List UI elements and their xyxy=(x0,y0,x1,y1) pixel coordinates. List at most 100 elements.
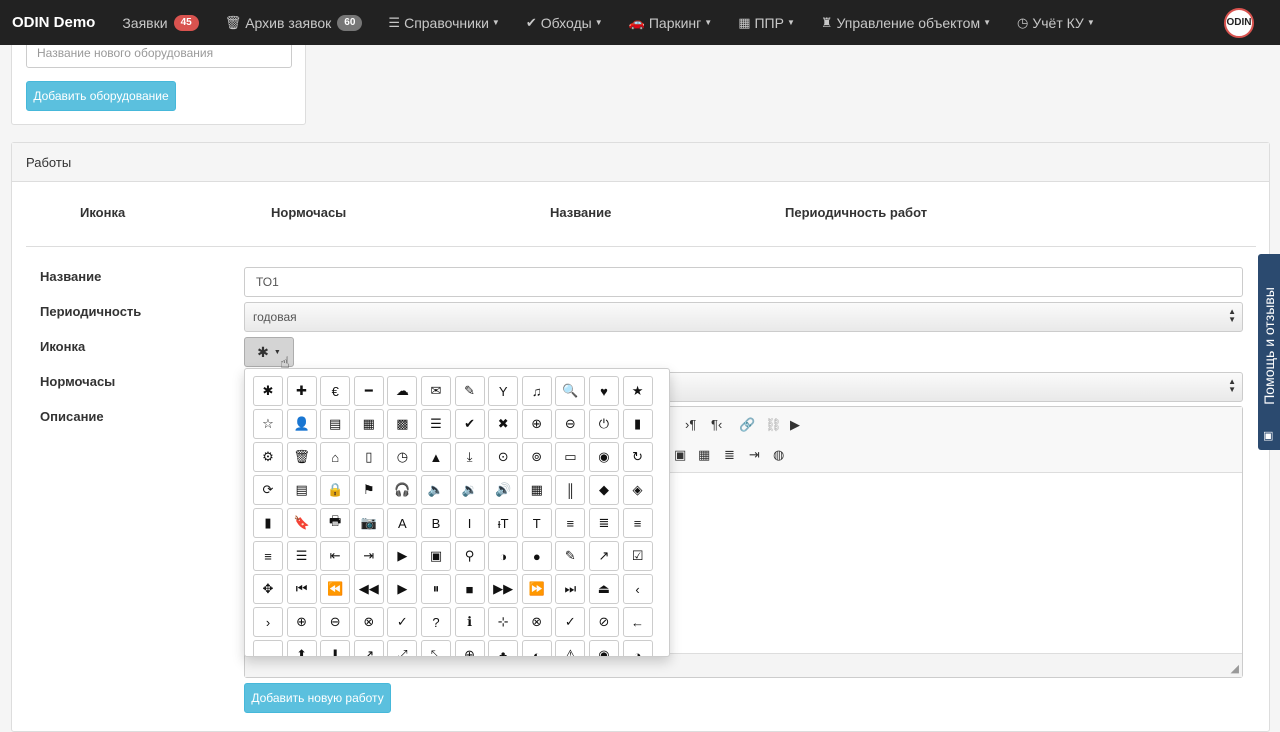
icon-option[interactable]: 👤 xyxy=(286,409,317,439)
icon-option[interactable]: ▶▶ xyxy=(488,574,519,604)
icon-option[interactable]: ⚙ xyxy=(253,442,283,472)
icon-option[interactable]: 🗑 xyxy=(286,442,317,472)
nav-item-parking[interactable]: 🚗 Паркинг ▼ xyxy=(616,0,726,45)
indent-icon[interactable]: ⇥ xyxy=(749,447,760,463)
icon-option[interactable]: ◈ xyxy=(622,475,653,505)
icon-option[interactable]: ★ xyxy=(622,376,653,406)
nav-item-directories[interactable]: ☰ Справочники ▼ xyxy=(375,0,512,45)
brand[interactable]: ODIN Demo xyxy=(0,14,109,31)
icon-option[interactable]: ⊖ xyxy=(555,409,586,439)
icon-option[interactable]: ◐ xyxy=(521,640,552,656)
icon-option[interactable]: ℹ xyxy=(454,607,485,637)
icon-option[interactable]: ⏭ xyxy=(555,574,586,604)
icon-option[interactable]: ▣ xyxy=(420,541,451,571)
icon-option[interactable]: ← xyxy=(622,607,653,637)
resize-handle-icon[interactable]: ◢ xyxy=(1231,662,1239,675)
icon-option[interactable]: ⊕ xyxy=(454,640,485,656)
icon-option[interactable]: ⚑ xyxy=(353,475,384,505)
icon-option[interactable]: ‹ xyxy=(622,574,653,604)
icon-option[interactable]: ⌂ xyxy=(320,442,351,472)
icon-option[interactable]: ◀◀ xyxy=(353,574,384,604)
icon-option[interactable]: 🔍 xyxy=(555,376,586,406)
icon-option[interactable]: ⊘ xyxy=(588,607,619,637)
icon-option[interactable]: ↻ xyxy=(622,442,653,472)
periodicity-select[interactable]: годовая ▲ ▼ xyxy=(244,302,1243,332)
icon-option[interactable]: ▭ xyxy=(555,442,586,472)
icon-option[interactable]: ♣ xyxy=(488,640,519,656)
icon-option[interactable]: ≡ xyxy=(253,541,283,571)
icon-option[interactable]: ≡ xyxy=(555,508,586,538)
icon-option[interactable]: 🔒 xyxy=(320,475,351,505)
globe-icon[interactable]: ◍ xyxy=(773,447,784,463)
icon-option[interactable]: ✖ xyxy=(488,409,519,439)
icon-option[interactable]: ◑ xyxy=(488,541,519,571)
icon-option[interactable]: ⚲ xyxy=(454,541,485,571)
icon-option[interactable]: ☰ xyxy=(286,541,317,571)
icon-option[interactable]: ✉ xyxy=(420,376,451,406)
icon-option[interactable]: ↗ xyxy=(588,541,619,571)
icon-option[interactable]: 🔊 xyxy=(488,475,519,505)
icon-option[interactable]: ☰ xyxy=(420,409,451,439)
add-equipment-button[interactable]: Добавить оборудование xyxy=(26,81,176,111)
work-name-input[interactable]: ТО1 xyxy=(244,267,1243,297)
icon-option[interactable]: ━ xyxy=(353,376,384,406)
link-icon[interactable]: 🔗 xyxy=(739,417,755,433)
icon-option[interactable]: ▮ xyxy=(622,409,653,439)
icon-option[interactable]: ⤢ xyxy=(387,640,418,656)
icon-option[interactable]: ▮ xyxy=(253,508,283,538)
icon-option[interactable]: ⊹ xyxy=(488,607,519,637)
icon-option[interactable]: ⏻ xyxy=(588,409,619,439)
icon-option[interactable]: ◆ xyxy=(588,475,619,505)
icon-option[interactable]: ▤ xyxy=(320,409,351,439)
user-avatar-logo[interactable]: ODIN xyxy=(1224,7,1254,38)
icon-option[interactable]: ☆ xyxy=(253,409,283,439)
icon-option[interactable]: → xyxy=(253,640,283,656)
icon-option[interactable]: ♥ xyxy=(588,376,619,406)
icon-option[interactable]: ✱ xyxy=(253,376,283,406)
icon-option[interactable]: ⊗ xyxy=(521,607,552,637)
icon-option[interactable]: ▤ xyxy=(286,475,317,505)
icon-option[interactable]: A xyxy=(387,508,418,538)
unlink-icon[interactable]: ⛓ xyxy=(765,417,782,433)
icon-option[interactable]: ⟳ xyxy=(253,475,283,505)
icon-option[interactable]: € xyxy=(320,376,351,406)
icon-option[interactable]: ▯ xyxy=(353,442,384,472)
icon-option[interactable]: ◉ xyxy=(588,442,619,472)
icon-option[interactable]: ≡ xyxy=(622,508,653,538)
icon-option[interactable]: ▦ xyxy=(521,475,552,505)
icon-option[interactable]: ⏩ xyxy=(521,574,552,604)
icon-option[interactable]: ⏪ xyxy=(320,574,351,604)
icon-option[interactable]: ☑ xyxy=(622,541,653,571)
image-icon[interactable]: ▣ xyxy=(674,447,686,463)
icon-option[interactable]: ⏏ xyxy=(588,574,619,604)
horizontal-rule-icon[interactable]: ≣ xyxy=(724,447,735,463)
icon-option[interactable]: ⚠ xyxy=(555,640,586,656)
nav-item-archive[interactable]: 🗑 Архив заявок 60 xyxy=(212,0,376,45)
icon-option[interactable]: ≣ xyxy=(588,508,619,538)
icon-option[interactable]: ◉ xyxy=(588,640,619,656)
icon-option[interactable]: T xyxy=(521,508,552,538)
icon-option[interactable]: ⊚ xyxy=(521,442,552,472)
icon-option[interactable]: ? xyxy=(420,607,451,637)
icon-option[interactable]: ✓ xyxy=(387,607,418,637)
icon-option[interactable]: ⊙ xyxy=(488,442,519,472)
icon-option[interactable]: ◷ xyxy=(387,442,418,472)
icon-option[interactable]: ⇥ xyxy=(353,541,384,571)
icon-option[interactable]: ⤓ xyxy=(454,442,485,472)
icon-option[interactable]: ⇤ xyxy=(320,541,351,571)
ltr-direction-icon[interactable]: ›¶ xyxy=(685,417,696,432)
icon-option[interactable]: ✥ xyxy=(253,574,283,604)
icon-option[interactable]: ⤡ xyxy=(420,640,451,656)
table-icon[interactable]: ▦ xyxy=(698,447,710,463)
icon-option[interactable]: B xyxy=(420,508,451,538)
icon-option[interactable]: ▲ xyxy=(420,442,451,472)
icon-option[interactable]: ● xyxy=(521,541,552,571)
icon-option[interactable]: ✓ xyxy=(555,607,586,637)
rtl-direction-icon[interactable]: ¶‹ xyxy=(711,417,722,432)
icon-option[interactable]: › xyxy=(253,607,283,637)
icon-option[interactable]: ▶ xyxy=(387,541,418,571)
icon-option[interactable]: ⏮ xyxy=(286,574,317,604)
icon-option[interactable]: ■ xyxy=(454,574,485,604)
icon-option[interactable]: ⊕ xyxy=(286,607,317,637)
icon-option[interactable]: ⏸ xyxy=(420,574,451,604)
